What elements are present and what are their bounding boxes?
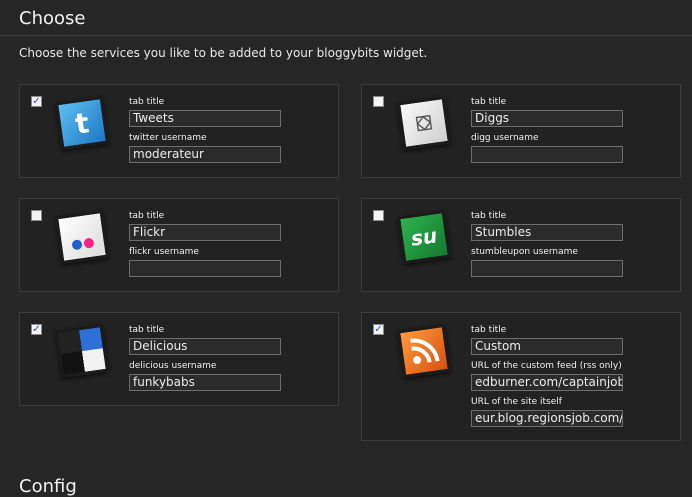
stumbleupon-username-label: stumbleupon username	[471, 247, 578, 257]
digg-icon: ⛋	[396, 95, 456, 155]
delicious-tab-title-input[interactable]: Delicious	[129, 338, 281, 355]
service-card-stumbleupon: su tab title Stumbles stumbleupon userna…	[361, 198, 681, 292]
stumbleupon-tab-title-input[interactable]: Stumbles	[471, 224, 623, 241]
delicious-username-label: delicious username	[129, 361, 217, 371]
stumbleupon-username-input[interactable]	[471, 260, 623, 277]
intro-text: Choose the services you like to be added…	[19, 46, 428, 60]
digg-tab-title-input[interactable]: Diggs	[471, 110, 623, 127]
custom-checkbox[interactable]: ✓	[373, 324, 384, 335]
stumbleupon-checkbox[interactable]	[373, 210, 384, 221]
page-title: Choose	[19, 8, 86, 29]
delicious-icon	[54, 323, 114, 383]
twitter-icon: t	[54, 95, 114, 155]
twitter-tab-title-input[interactable]: Tweets	[129, 110, 281, 127]
stumbleupon-icon: su	[396, 209, 456, 269]
flickr-username-input[interactable]	[129, 260, 281, 277]
tab-title-label: tab title	[471, 97, 507, 107]
tab-title-label: tab title	[129, 97, 165, 107]
digg-username-input[interactable]	[471, 146, 623, 163]
tab-title-label: tab title	[129, 325, 165, 335]
flickr-checkbox[interactable]	[31, 210, 42, 221]
next-section-title: Config	[19, 476, 77, 497]
custom-feed-url-input[interactable]: edburner.com/captainjob	[471, 374, 623, 391]
flickr-icon	[54, 209, 114, 269]
service-card-flickr: tab title Flickr flickr username	[19, 198, 339, 292]
twitter-username-input[interactable]: moderateur	[129, 146, 281, 163]
twitter-checkbox[interactable]: ✓	[31, 96, 42, 107]
tab-title-label: tab title	[471, 211, 507, 221]
flickr-username-label: flickr username	[129, 247, 199, 257]
flickr-tab-title-input[interactable]: Flickr	[129, 224, 281, 241]
twitter-username-label: twitter username	[129, 133, 207, 143]
custom-feed-url-label: URL of the custom feed (rss only)	[471, 361, 622, 371]
custom-site-url-label: URL of the site itself	[471, 397, 562, 407]
tab-title-label: tab title	[471, 325, 507, 335]
tab-title-label: tab title	[129, 211, 165, 221]
custom-tab-title-input[interactable]: Custom	[471, 338, 623, 355]
service-card-twitter: ✓ t tab title Tweets twitter username mo…	[19, 84, 339, 178]
delicious-checkbox[interactable]: ✓	[31, 324, 42, 335]
delicious-username-input[interactable]: funkybabs	[129, 374, 281, 391]
service-card-delicious: ✓ tab title Delicious delicious username…	[19, 312, 339, 406]
title-divider	[0, 35, 692, 36]
service-card-custom: ✓ tab title Custom URL of the custom fee…	[361, 312, 681, 441]
digg-username-label: digg username	[471, 133, 539, 143]
digg-checkbox[interactable]	[373, 96, 384, 107]
rss-icon	[396, 323, 456, 383]
service-card-digg: ⛋ tab title Diggs digg username	[361, 84, 681, 178]
custom-site-url-input[interactable]: eur.blog.regionsjob.com/	[471, 410, 623, 427]
